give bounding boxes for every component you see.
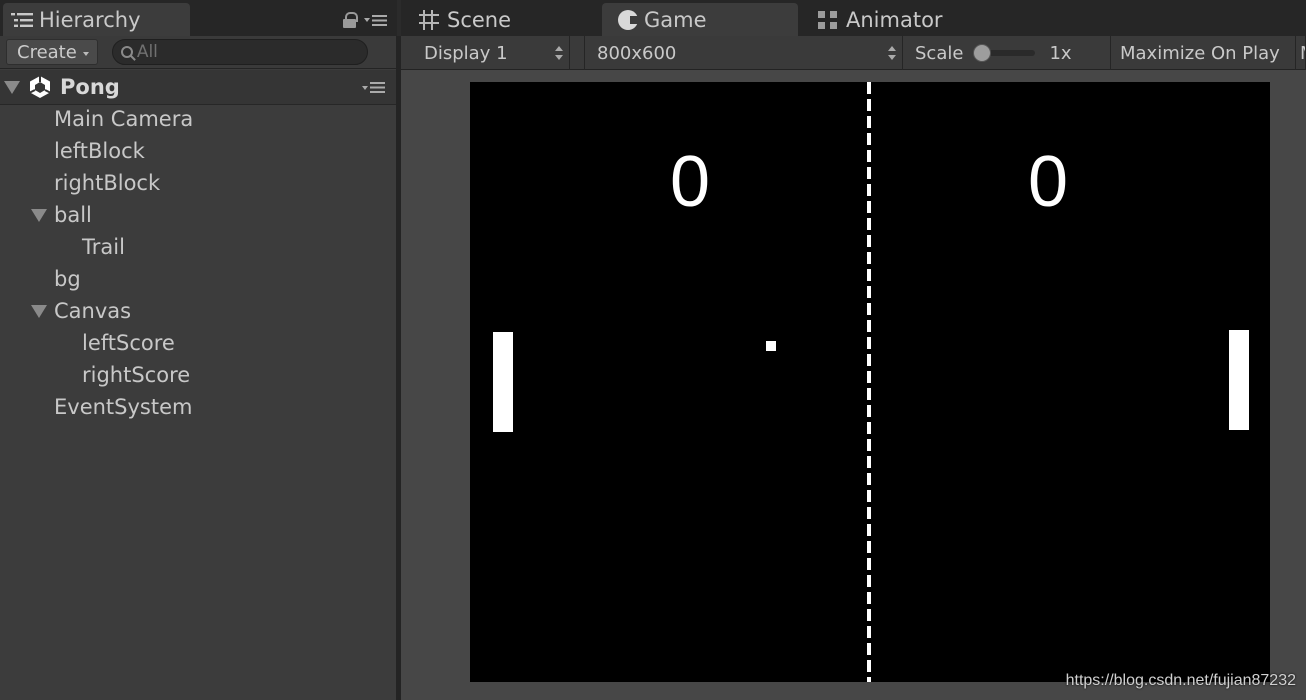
hierarchy-item[interactable]: EventSystem [0, 391, 397, 423]
game-view-area: 0 0 [401, 70, 1306, 700]
hierarchy-icon [11, 12, 33, 27]
unity-logo-icon [29, 76, 51, 98]
hierarchy-item-label: ball [54, 203, 92, 227]
hierarchy-item-label: rightBlock [54, 171, 161, 195]
tab-animator-label: Animator [846, 7, 943, 32]
chevron-down-icon [82, 51, 89, 56]
tab-scene-label: Scene [447, 7, 512, 32]
foldout-arrow-icon[interactable] [31, 208, 47, 222]
ball [766, 341, 776, 351]
hierarchy-item-label: EventSystem [54, 395, 193, 419]
scale-label: Scale [915, 42, 964, 64]
scale-slider-thumb[interactable] [973, 44, 992, 62]
hierarchy-item-label: leftBlock [54, 139, 145, 163]
search-input[interactable] [136, 42, 337, 62]
hierarchy-panel: Hierarchy Create Pong Main Camera leftBlo… [0, 0, 397, 700]
hierarchy-tab-tools [343, 12, 387, 28]
foldout-arrow-icon[interactable] [4, 80, 20, 94]
hierarchy-item-label: leftScore [82, 331, 175, 355]
hierarchy-item[interactable]: Main Camera [0, 103, 397, 135]
hierarchy-toolbar: Create [0, 36, 397, 69]
lock-icon[interactable] [343, 12, 358, 28]
game-viewport[interactable]: 0 0 [470, 82, 1270, 682]
scale-value: 1x [1049, 42, 1072, 64]
hierarchy-item[interactable]: Trail [0, 231, 397, 263]
display-label: Display 1 [424, 42, 508, 64]
resolution-dropdown[interactable]: 800x600 [584, 36, 903, 70]
hierarchy-search[interactable] [111, 39, 368, 65]
hierarchy-tree: Main Camera leftBlock rightBlock ball Trail b… [0, 103, 397, 423]
scene-header-row[interactable]: Pong [0, 70, 397, 105]
tab-hierarchy-label: Hierarchy [39, 7, 141, 32]
panel-menu-icon[interactable] [364, 14, 387, 26]
right-score: 0 [1027, 142, 1069, 222]
scene-grid-icon [417, 8, 441, 32]
hierarchy-item[interactable]: leftBlock [0, 135, 397, 167]
create-dropdown-button[interactable]: Create [6, 39, 98, 65]
hierarchy-item[interactable]: leftScore [0, 327, 397, 359]
hierarchy-item[interactable]: ball [0, 199, 397, 231]
hierarchy-item[interactable]: Canvas [0, 295, 397, 327]
maximize-label: Maximize On Play [1120, 42, 1280, 64]
display-dropdown[interactable]: Display 1 [413, 36, 570, 70]
right-paddle [1229, 330, 1249, 430]
view-tab-bar: Scene Game Animator [401, 0, 1306, 36]
hierarchy-item-label: Trail [82, 235, 125, 259]
hierarchy-item-label: Canvas [54, 299, 132, 323]
hierarchy-item-label: Main Camera [54, 107, 194, 131]
left-score: 0 [669, 142, 711, 222]
center-net [867, 82, 871, 682]
watermark-text: https://blog.csdn.net/fujian87232 [1065, 672, 1296, 689]
hierarchy-item[interactable]: rightScore [0, 359, 397, 391]
tab-scene[interactable]: Scene [417, 3, 511, 36]
left-paddle [493, 332, 513, 432]
scale-slider[interactable] [973, 44, 1036, 62]
scene-name: Pong [60, 75, 120, 99]
hierarchy-item-label: bg [54, 267, 81, 291]
hierarchy-tab-bar: Hierarchy [0, 0, 397, 36]
dropdown-arrows-icon [555, 46, 563, 60]
hierarchy-item[interactable]: bg [0, 263, 397, 295]
foldout-arrow-icon[interactable] [31, 304, 47, 318]
game-toolbar: Display 1 800x600 Scale 1x Maximize On P… [401, 36, 1306, 70]
create-label: Create [17, 41, 77, 63]
tab-game-label: Game [644, 7, 707, 32]
maximize-on-play-toggle[interactable]: Maximize On Play [1112, 36, 1296, 70]
hierarchy-item[interactable]: rightBlock [0, 167, 397, 199]
tab-game[interactable]: Game [602, 3, 798, 36]
search-icon [120, 46, 133, 58]
animator-icon [818, 9, 840, 31]
dropdown-arrows-icon [888, 46, 896, 60]
resolution-label: 800x600 [597, 42, 677, 64]
tab-animator[interactable]: Animator [818, 3, 943, 36]
extra-label: M [1300, 43, 1305, 64]
scene-menu-icon[interactable] [362, 82, 385, 93]
pacman-icon [618, 9, 639, 30]
hierarchy-item-label: rightScore [82, 363, 191, 387]
scale-control: Scale 1x [903, 36, 1111, 70]
tab-hierarchy[interactable]: Hierarchy [3, 3, 190, 36]
mute-audio-toggle[interactable]: M [1296, 36, 1306, 70]
